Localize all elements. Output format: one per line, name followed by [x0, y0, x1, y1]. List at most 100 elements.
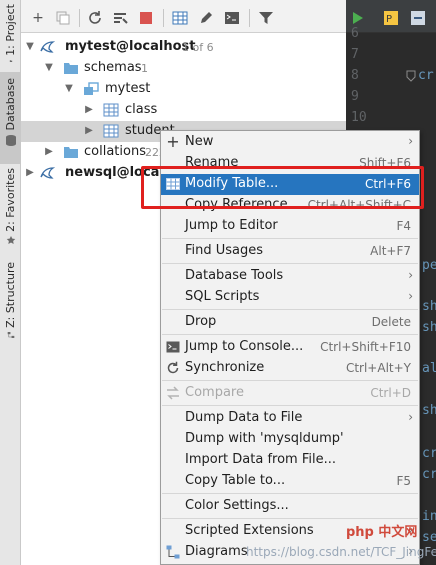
menu-separator	[162, 405, 418, 406]
tx-icon[interactable]	[410, 10, 426, 26]
structure-tab-label: Z: Structure	[4, 262, 17, 328]
menu-item-find-usages[interactable]: Find Usages Alt+F7	[161, 241, 419, 262]
tree-node-label: mytest	[105, 81, 151, 96]
tree-node-count: 1	[141, 62, 148, 75]
menu-item-compare[interactable]: Compare Ctrl+D	[161, 383, 419, 404]
chevron-down-icon[interactable]: ▼	[44, 63, 54, 73]
menu-item-jump-to-console[interactable]: Jump to Console... Ctrl+Shift+F10	[161, 337, 419, 358]
favorites-tab[interactable]: 2: Favorites	[0, 164, 21, 244]
stop-icon[interactable]	[138, 10, 154, 26]
menu-item-shortcut: Alt+F7	[370, 244, 411, 258]
chevron-right-icon[interactable]: ▶	[84, 126, 94, 136]
svg-text:P: P	[386, 14, 392, 25]
profile-icon[interactable]: P	[383, 10, 399, 26]
chevron-down-icon[interactable]: ▼	[64, 84, 74, 94]
code-fragment: sh	[422, 403, 436, 418]
menu-item-label: Dump Data to File	[185, 410, 303, 425]
submenu-arrow-icon: ›	[408, 289, 413, 303]
chevron-right-icon[interactable]: ▶	[44, 147, 54, 157]
menu-item-import-data[interactable]: Import Data from File...	[161, 450, 419, 471]
menu-item-jump-to-editor[interactable]: Jump to Editor F4	[161, 216, 419, 237]
menu-item-label: Import Data from File...	[185, 452, 336, 467]
fold-icon[interactable]	[406, 70, 416, 82]
menu-item-dump-data-to-file[interactable]: Dump Data to File ›	[161, 408, 419, 429]
tree-node-label: schemas	[84, 60, 142, 75]
menu-item-shortcut: Ctrl+D	[370, 386, 411, 400]
menu-item-label: Compare	[185, 385, 244, 400]
code-fragment: sh	[422, 320, 436, 335]
edit-icon[interactable]	[198, 10, 214, 26]
star-icon	[6, 235, 15, 244]
add-icon[interactable]: +	[30, 10, 46, 26]
code-fragment: in	[422, 509, 436, 524]
table-icon[interactable]	[172, 10, 188, 26]
code-fragment: sh	[422, 299, 436, 314]
menu-item-label: Color Settings...	[185, 498, 289, 513]
properties-icon[interactable]	[112, 10, 128, 26]
code-fragment: cr	[422, 446, 436, 461]
menu-item-shortcut: Delete	[371, 315, 411, 329]
menu-separator	[162, 493, 418, 494]
chevron-right-icon[interactable]: ▶	[25, 168, 35, 178]
code-fragment: se	[422, 530, 436, 545]
duplicate-icon[interactable]	[55, 10, 71, 26]
chevron-down-icon[interactable]: ▼	[25, 42, 35, 52]
menu-item-label: Drop	[185, 314, 217, 329]
menu-item-label: Scripted Extensions	[185, 523, 314, 538]
menu-separator	[162, 238, 418, 239]
tree-node-schema-mytest[interactable]: ▼ mytest	[21, 79, 346, 100]
submenu-arrow-icon: ›	[408, 268, 413, 282]
menu-item-label: New	[185, 134, 214, 149]
console-icon[interactable]	[224, 10, 240, 26]
structure-icon	[7, 331, 14, 338]
database-tab-label: Database	[4, 78, 17, 131]
project-tab[interactable]: 1: Project	[0, 0, 21, 62]
mysql-dolphin-icon	[40, 167, 55, 179]
code-fragment: cr	[418, 68, 434, 83]
submenu-arrow-icon: ›	[408, 410, 413, 424]
database-tab[interactable]: Database	[0, 72, 21, 164]
mysql-dolphin-icon	[40, 41, 55, 53]
menu-item-label: Copy Table to...	[185, 473, 286, 488]
menu-item-dump-with-mysqldump[interactable]: Dump with 'mysqldump'	[161, 429, 419, 450]
menu-item-shortcut: F5	[396, 474, 411, 488]
menu-item-shortcut: Ctrl+Alt+Y	[345, 361, 411, 375]
menu-item-drop[interactable]: Drop Delete	[161, 312, 419, 333]
table-icon	[103, 103, 119, 117]
menu-separator	[162, 334, 418, 335]
structure-tab[interactable]: Z: Structure	[0, 258, 21, 338]
tree-node-count: 1 of 6	[182, 41, 214, 54]
filter-icon[interactable]	[258, 10, 274, 26]
folder-icon	[64, 147, 78, 158]
menu-item-database-tools[interactable]: Database Tools ›	[161, 266, 419, 287]
menu-item-new[interactable]: + New ›	[161, 132, 419, 153]
favorites-tab-label: 2: Favorites	[4, 168, 17, 232]
schema-icon	[84, 82, 99, 95]
tree-node-label: class	[125, 102, 158, 117]
console-icon	[166, 341, 180, 353]
watermark-url: https://blog.csdn.net/TCF_JingFeng	[246, 545, 436, 559]
annotation-highlight-box	[141, 166, 424, 209]
code-fragment: pe	[422, 258, 436, 273]
chevron-right-icon[interactable]: ▶	[84, 105, 94, 115]
submenu-arrow-icon: ›	[408, 134, 413, 148]
menu-separator	[162, 309, 418, 310]
run-icon[interactable]	[352, 12, 364, 24]
folder-icon	[9, 60, 12, 62]
tree-node-table-class[interactable]: ▶ class	[21, 100, 346, 121]
menu-item-synchronize[interactable]: Synchronize Ctrl+Alt+Y	[161, 358, 419, 379]
menu-item-label: Database Tools	[185, 268, 284, 283]
menu-item-sql-scripts[interactable]: SQL Scripts ›	[161, 287, 419, 308]
menu-item-shortcut: Ctrl+Shift+F10	[320, 340, 411, 354]
menu-item-copy-table-to[interactable]: Copy Table to... F5	[161, 471, 419, 492]
compare-icon	[167, 386, 179, 400]
refresh-icon[interactable]	[87, 10, 103, 26]
line-number: 9	[351, 89, 359, 104]
menu-item-label: Jump to Console...	[185, 339, 304, 354]
menu-item-color-settings[interactable]: Color Settings...	[161, 496, 419, 517]
line-number: 8	[351, 68, 359, 83]
tree-node-mytest-localhost[interactable]: ▼ mytest@localhost 1 of 6	[21, 37, 346, 58]
tree-node-schemas[interactable]: ▼ schemas 1	[21, 58, 346, 79]
line-number: 10	[351, 110, 367, 125]
menu-item-label: Synchronize	[185, 360, 265, 375]
